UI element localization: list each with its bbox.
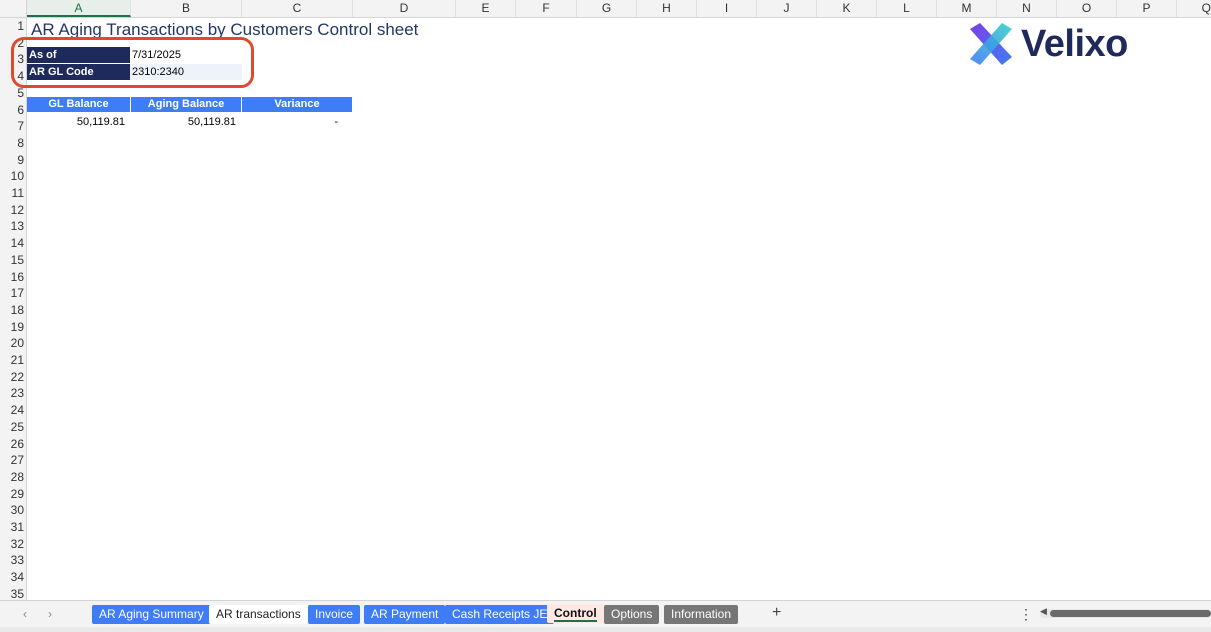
row-header-11[interactable]: 11 (0, 185, 24, 202)
row-header-29[interactable]: 29 (0, 486, 24, 503)
column-header-c[interactable]: C (242, 0, 353, 17)
logo-wordmark: Velixo (1021, 23, 1128, 65)
next-sheet-icon[interactable]: › (43, 606, 57, 622)
column-header-a[interactable]: A (27, 0, 131, 17)
cell-aging-balance[interactable]: 50,119.81 (131, 114, 242, 130)
cell-variance[interactable]: - (242, 114, 340, 130)
row-header-16[interactable]: 16 (0, 269, 24, 286)
row-header-18[interactable]: 18 (0, 302, 24, 319)
column-header-l[interactable]: L (877, 0, 937, 17)
scroll-left-icon[interactable]: ◀ (1040, 606, 1047, 617)
tab-information[interactable]: Information (664, 605, 739, 624)
row-header-10[interactable]: 10 (0, 168, 24, 185)
row-header-23[interactable]: 23 (0, 385, 24, 402)
tab-invoice[interactable]: Invoice (308, 605, 361, 624)
tab-ar-aging-summary[interactable]: AR Aging Summary (92, 605, 211, 624)
row-header-6[interactable]: 6 (0, 102, 24, 119)
row-header-32[interactable]: 32 (0, 536, 24, 553)
header-gl-balance[interactable]: GL Balance (27, 97, 131, 112)
row-header-30[interactable]: 30 (0, 502, 24, 519)
row-header-24[interactable]: 24 (0, 402, 24, 419)
sheet-tab-bar: ‹ › AR Aging Summary AR transactions Inv… (0, 600, 1211, 628)
add-sheet-button[interactable]: + (772, 604, 781, 622)
column-header-h[interactable]: H (637, 0, 697, 17)
column-header-i[interactable]: I (697, 0, 757, 17)
row-header-34[interactable]: 34 (0, 569, 24, 586)
row-header-12[interactable]: 12 (0, 202, 24, 219)
row-header-26[interactable]: 26 (0, 436, 24, 453)
row-header-35[interactable]: 35 (0, 586, 24, 600)
row-header-21[interactable]: 21 (0, 352, 24, 369)
row-header-8[interactable]: 8 (0, 135, 24, 152)
row-header-28[interactable]: 28 (0, 469, 24, 486)
column-header-m[interactable]: M (937, 0, 997, 17)
column-header-g[interactable]: G (577, 0, 637, 17)
tab-ar-payment[interactable]: AR Payment (364, 605, 446, 624)
velixo-logo: Velixo (966, 21, 1146, 67)
column-header-f[interactable]: F (516, 0, 577, 17)
column-header-b[interactable]: B (131, 0, 242, 17)
column-header-k[interactable]: K (817, 0, 877, 17)
column-header-p[interactable]: P (1117, 0, 1177, 17)
row-header-17[interactable]: 17 (0, 285, 24, 302)
row-header-27[interactable]: 27 (0, 452, 24, 469)
tab-ar-transactions[interactable]: AR transactions (209, 605, 308, 624)
prev-sheet-icon[interactable]: ‹ (18, 606, 32, 622)
row-header-1[interactable]: 1 (0, 18, 24, 35)
row-header-7[interactable]: 7 (0, 118, 24, 135)
column-header-n[interactable]: N (997, 0, 1057, 17)
column-header-j[interactable]: J (757, 0, 817, 17)
row-header-33[interactable]: 33 (0, 552, 24, 569)
row-header-13[interactable]: 13 (0, 218, 24, 235)
row-header-25[interactable]: 25 (0, 419, 24, 436)
highlight-annotation (11, 37, 254, 88)
status-bar (0, 627, 1211, 632)
scrollbar-thumb[interactable] (1050, 610, 1211, 617)
row-header-19[interactable]: 19 (0, 319, 24, 336)
select-all-corner[interactable] (0, 0, 27, 17)
row-header-22[interactable]: 22 (0, 369, 24, 386)
horizontal-scrollbar[interactable]: ◀ (1040, 606, 1211, 618)
column-header-q[interactable]: Q (1177, 0, 1211, 17)
header-aging-balance[interactable]: Aging Balance (131, 97, 242, 112)
velixo-x-icon (970, 23, 1012, 65)
tab-cash-receipts-je[interactable]: Cash Receipts JE (445, 605, 555, 624)
row-header-20[interactable]: 20 (0, 335, 24, 352)
column-header-d[interactable]: D (353, 0, 456, 17)
tab-control[interactable]: Control (547, 604, 604, 623)
row-header-9[interactable]: 9 (0, 152, 24, 169)
column-header-e[interactable]: E (456, 0, 516, 17)
column-header-o[interactable]: O (1057, 0, 1117, 17)
cell-gl-balance[interactable]: 50,119.81 (27, 114, 131, 130)
tab-options[interactable]: Options (604, 605, 660, 624)
row-header-bar: 1 2 3 4 5 6 7 8 9 10 11 12 13 14 15 16 17 18 19 20 21 22 23 24 2… (0, 18, 27, 600)
header-variance[interactable]: Variance (242, 97, 352, 112)
row-header-15[interactable]: 15 (0, 252, 24, 269)
column-header-bar: A B C D E F G H I J K L M N O P Q (0, 0, 1211, 18)
row-header-31[interactable]: 31 (0, 519, 24, 536)
tab-control-label: Control (554, 606, 597, 622)
more-options-icon[interactable]: ⋮ (1019, 606, 1033, 623)
row-header-14[interactable]: 14 (0, 235, 24, 252)
